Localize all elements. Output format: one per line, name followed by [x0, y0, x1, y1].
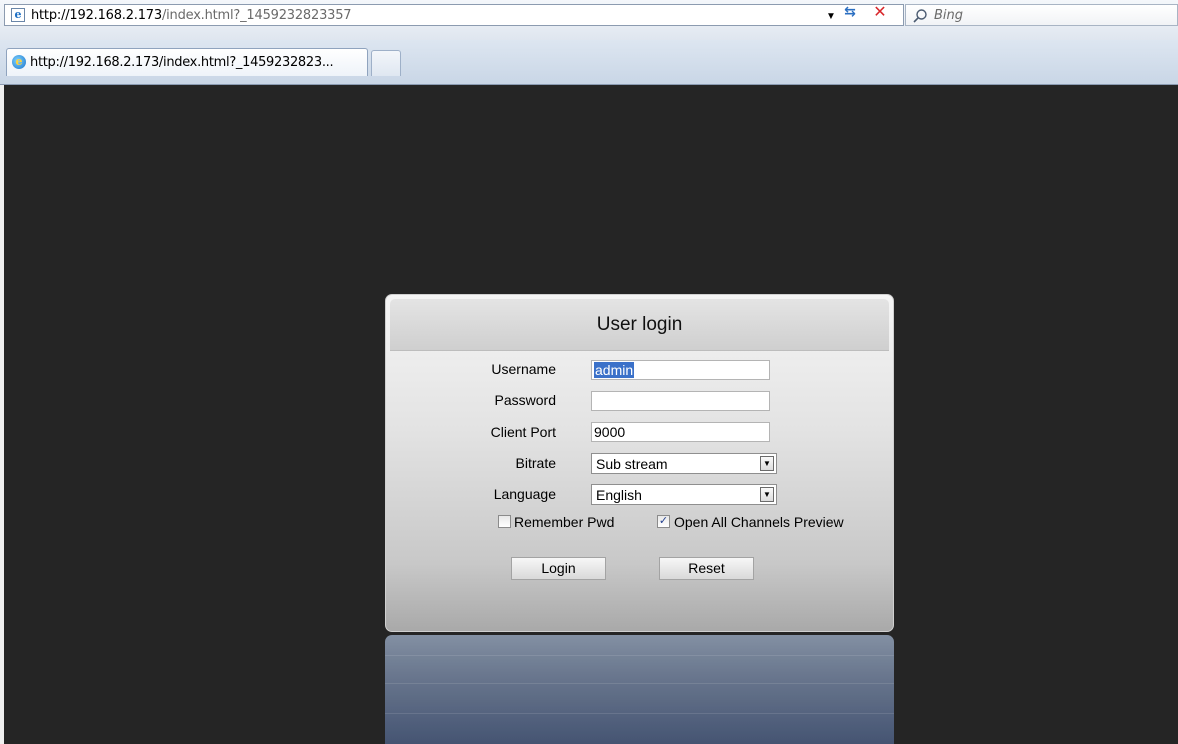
reset-button[interactable]: Reset — [659, 557, 754, 580]
login-button[interactable]: Login — [511, 557, 606, 580]
panel-reflection — [385, 635, 894, 744]
open-all-channels-label[interactable]: Open All Channels Preview — [674, 514, 844, 530]
language-value: English — [596, 487, 642, 503]
page-icon: e — [11, 8, 25, 22]
password-label: Password — [494, 392, 556, 408]
url-path: /index.html?_1459232823357 — [161, 8, 352, 23]
tab-bar: e http://192.168.2.173/index.html?_14592… — [0, 40, 1178, 85]
chevron-down-icon[interactable]: ▼ — [760, 487, 774, 502]
username-field[interactable]: admin — [591, 360, 770, 380]
open-all-channels-checkbox[interactable]: ✓ — [657, 515, 670, 528]
chevron-down-icon[interactable]: ▼ — [760, 456, 774, 471]
ie-icon: e — [12, 55, 26, 69]
search-icon — [913, 9, 927, 23]
bitrate-select[interactable]: Sub stream ▼ — [591, 453, 777, 474]
new-tab-button[interactable] — [371, 50, 401, 76]
login-title: User login — [596, 314, 683, 335]
url-field[interactable]: e http://192.168.2.173/index.html?_14592… — [4, 4, 904, 26]
url-dropdown-icon[interactable]: ▼ — [823, 9, 839, 25]
remember-pwd-label[interactable]: Remember Pwd — [514, 514, 614, 530]
password-field[interactable] — [591, 391, 770, 411]
username-label: Username — [491, 361, 556, 377]
language-select[interactable]: English ▼ — [591, 484, 777, 505]
client-port-label: Client Port — [490, 424, 556, 440]
tab-active[interactable]: e http://192.168.2.173/index.html?_14592… — [6, 48, 368, 76]
language-label: Language — [493, 486, 556, 502]
remember-pwd-checkbox[interactable] — [498, 515, 511, 528]
username-value: admin — [594, 362, 635, 378]
search-placeholder: Bing — [934, 8, 964, 23]
client-port-field[interactable]: 9000 — [591, 422, 770, 442]
url-host: http://192.168.2.173 — [31, 8, 162, 23]
tab-title: http://192.168.2.173/index.html?_1459232… — [30, 55, 334, 70]
login-header: User login — [390, 299, 889, 351]
address-bar: e http://192.168.2.173/index.html?_14592… — [0, 0, 1178, 40]
search-input[interactable]: Bing — [905, 4, 1178, 26]
stop-icon[interactable]: ✕ — [869, 2, 891, 22]
url-text[interactable]: http://192.168.2.173/index.html?_1459232… — [31, 8, 352, 23]
refresh-icon[interactable]: ⇆ — [839, 2, 861, 22]
bitrate-value: Sub stream — [596, 456, 668, 472]
bitrate-label: Bitrate — [515, 455, 556, 471]
